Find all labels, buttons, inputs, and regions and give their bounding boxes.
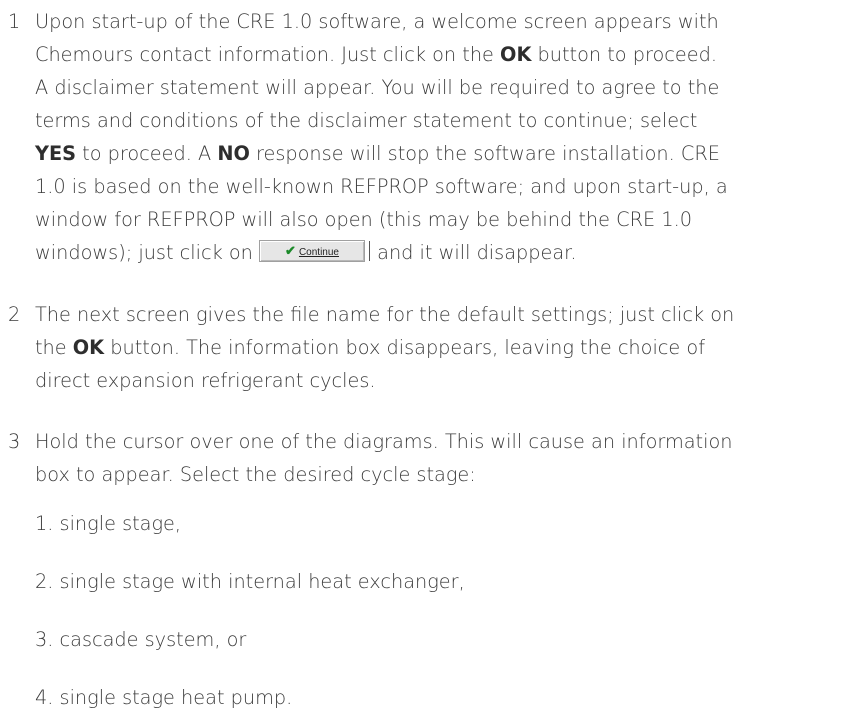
text-line: box to appear. Select the desired cycle … bbox=[35, 458, 863, 491]
text-run: box to appear. Select the desired cycle … bbox=[35, 463, 476, 486]
text-run: to proceed. A bbox=[76, 142, 218, 165]
text-line: The next screen gives the file name for … bbox=[35, 298, 863, 331]
text-run: direct expansion refrigerant cycles. bbox=[35, 369, 376, 392]
bold-keyword: YES bbox=[35, 142, 77, 165]
step-number: 2 bbox=[8, 303, 21, 326]
text-run: the bbox=[35, 336, 73, 359]
step-text: Upon start-up of the CRE 1.0 software, a… bbox=[35, 5, 863, 269]
text-line: A disclaimer statement will appear. You … bbox=[35, 71, 863, 104]
step-text: The next screen gives the file name for … bbox=[35, 298, 863, 397]
continue-label: Continue bbox=[298, 246, 339, 258]
text-run: The next screen gives the file name for … bbox=[35, 303, 735, 326]
step-text: Hold the cursor over one of the diagrams… bbox=[35, 425, 863, 491]
text-line: Hold the cursor over one of the diagrams… bbox=[35, 425, 863, 458]
text-line: window for REFPROP will also open (this … bbox=[35, 203, 863, 236]
text-line: the OK button. The information box disap… bbox=[35, 331, 863, 364]
text-run: 1.0 is based on the well-known REFPROP s… bbox=[35, 175, 728, 198]
cycle-option: 3. cascade system, or bbox=[35, 628, 247, 651]
text-run: windows); just click on bbox=[35, 241, 260, 264]
text-line: 1.0 is based on the well-known REFPROP s… bbox=[35, 170, 863, 203]
text-run: and it will disappear. bbox=[371, 241, 577, 264]
text-line: YES to proceed. A NO response will stop … bbox=[35, 137, 863, 170]
text-line: Chemours contact information. Just click… bbox=[35, 38, 863, 71]
text-line: windows); just click on ✔ Continue and it… bbox=[35, 236, 863, 269]
text-run: Hold the cursor over one of the diagrams… bbox=[35, 430, 733, 453]
text-run: Chemours contact information. Just click… bbox=[35, 43, 501, 66]
checkmark-icon: ✔ bbox=[285, 242, 296, 258]
text-run: button to proceed. bbox=[531, 43, 717, 66]
step-number: 1 bbox=[8, 10, 21, 33]
text-run: button. The information box disappears, … bbox=[104, 336, 705, 359]
step-number: 3 bbox=[8, 430, 21, 453]
cycle-option: 1. single stage, bbox=[35, 512, 182, 535]
text-line: Upon start-up of the CRE 1.0 software, a… bbox=[35, 5, 863, 38]
instruction-page: 1 Upon start-up of the CRE 1.0 software,… bbox=[0, 0, 866, 726]
cycle-option: 4. single stage heat pump. bbox=[35, 686, 293, 709]
text-line: terms and conditions of the disclaimer s… bbox=[35, 104, 863, 137]
text-run: Upon start-up of the CRE 1.0 software, a… bbox=[35, 10, 719, 33]
cycle-option: 2. single stage with internal heat excha… bbox=[35, 570, 465, 593]
continue-button[interactable]: ✔ Continue bbox=[259, 239, 371, 262]
bold-keyword: OK bbox=[72, 336, 105, 359]
text-run: terms and conditions of the disclaimer s… bbox=[35, 109, 698, 132]
bold-keyword: NO bbox=[217, 142, 250, 165]
text-run: window for REFPROP will also open (this … bbox=[35, 208, 692, 231]
text-line: direct expansion refrigerant cycles. bbox=[35, 364, 863, 397]
bold-keyword: OK bbox=[500, 43, 532, 66]
text-run: A disclaimer statement will appear. You … bbox=[35, 76, 720, 99]
text-run: response will stop the software installa… bbox=[249, 142, 720, 165]
